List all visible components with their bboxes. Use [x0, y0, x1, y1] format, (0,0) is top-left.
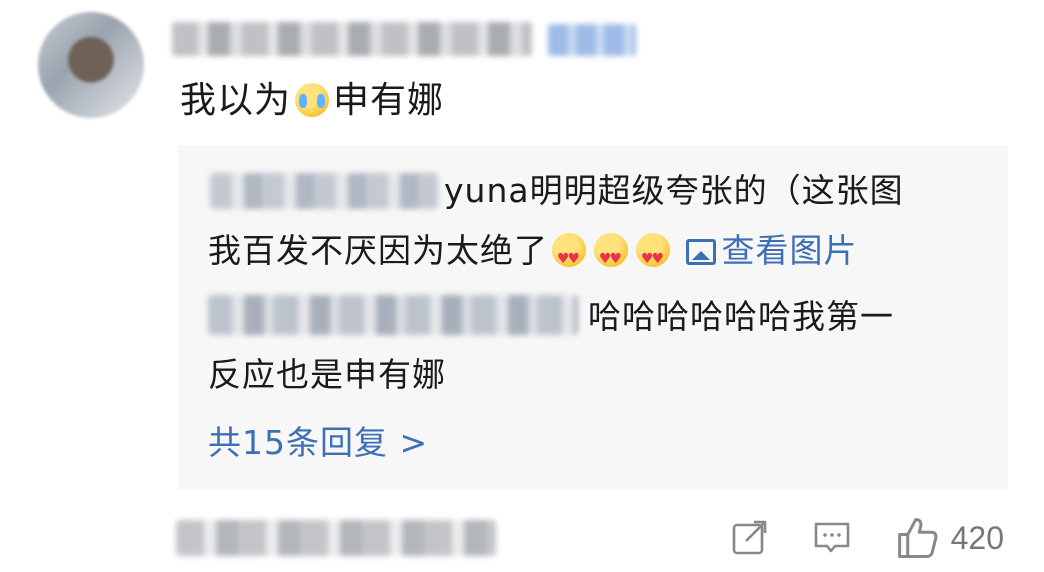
reply-author-blurred[interactable] — [210, 173, 438, 209]
comment-actions: 420 — [731, 514, 1004, 562]
user-badge-blurred — [548, 24, 636, 56]
thumbs-up-icon — [897, 517, 938, 559]
reply-box[interactable]: yuna明明超级夸张的（这张图 我百发不厌因为太绝了 查看图片 哈哈哈哈哈哈我第… — [178, 145, 1008, 490]
heart-eyes-emoji-icon — [552, 233, 586, 281]
reply-author-blurred[interactable] — [208, 295, 578, 335]
heart-eyes-emoji-icon — [594, 233, 628, 281]
username-blurred[interactable] — [172, 22, 532, 56]
avatar[interactable] — [38, 12, 144, 118]
reply-2-line-2: 反应也是申有娜 — [208, 355, 446, 394]
like-count: 420 — [950, 519, 1004, 556]
heart-eyes-emoji-icon — [636, 233, 670, 281]
like-button[interactable]: 420 — [895, 516, 1004, 560]
comment-text: 我以为 申有娜 — [180, 78, 444, 124]
comment-icon[interactable] — [813, 519, 851, 557]
comment-text-before: 我以为 — [180, 80, 292, 121]
timestamp-blurred — [176, 520, 496, 556]
reply-2-line-1: 哈哈哈哈哈哈我第一 — [588, 297, 894, 336]
reply-1-line-1: yuna明明超级夸张的（这张图 — [444, 171, 904, 210]
image-icon — [685, 239, 716, 265]
more-replies-link[interactable]: 共15条回复 > — [208, 421, 428, 465]
comment-text-after: 申有娜 — [333, 80, 445, 121]
view-image-label: 查看图片 — [721, 231, 858, 270]
share-icon[interactable] — [731, 519, 769, 557]
view-image-link[interactable]: 查看图片 — [685, 231, 858, 270]
reply-1-line-2: 我百发不厌因为太绝了 查看图片 — [208, 229, 858, 281]
laugh-cry-emoji-icon — [295, 83, 330, 117]
reply-1-line-2-text: 我百发不厌因为太绝了 — [208, 231, 548, 270]
